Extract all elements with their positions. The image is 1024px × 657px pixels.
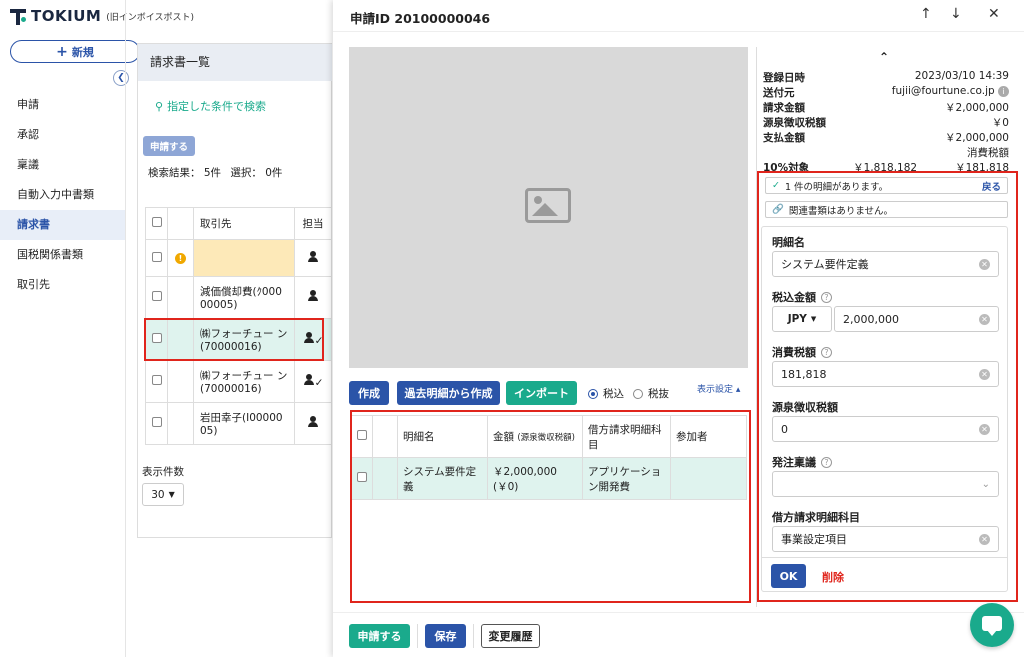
highlight-box-items (350, 410, 751, 603)
sidebar-item-tax-docs[interactable]: 国税関係書類 (0, 240, 125, 270)
result-label: 検索結果： (148, 167, 201, 179)
row-checkbox[interactable] (151, 375, 162, 385)
payment-label: 支払金額 (763, 132, 805, 144)
arrow-down-icon[interactable]: ↓ (950, 6, 962, 22)
sidebar-item-auto-input[interactable]: 自動入力中書類 (0, 180, 125, 210)
registered-label: 登録日時 (763, 72, 805, 84)
search-condition-label: 指定した条件で検索 (167, 100, 267, 113)
column-partner: 取引先 (193, 207, 295, 240)
per-page-label: 表示件数 (142, 466, 184, 478)
sidebar-item-approve[interactable]: 承認 (0, 120, 125, 150)
withholding-label: 源泉徴収税額 (763, 117, 826, 129)
footer-divider (333, 612, 1024, 613)
search-result: 検索結果： 5件 選択： 0件 (148, 165, 282, 180)
person-icon (307, 290, 319, 302)
brand-name: TOKIUM (31, 7, 102, 25)
person-icon (307, 250, 319, 263)
per-page-select[interactable]: 30 ▼ (142, 483, 184, 506)
close-icon[interactable]: ✕ (988, 6, 1000, 22)
sender-value: fujii@fourtune.co.jp (891, 85, 995, 97)
table-row[interactable]: 減価償却費(ｸ000 00005) (145, 276, 332, 319)
person-check-icon (303, 374, 315, 386)
row-partner: 岩田幸子(I00000 05) (193, 402, 295, 445)
collapse-sidebar-icon[interactable]: ❮ (113, 70, 129, 86)
tax-included-label: 税込 (603, 388, 624, 400)
footer-apply-button[interactable]: 申請する (349, 624, 410, 648)
new-button[interactable]: + 新規 (10, 40, 140, 63)
table-row[interactable]: ㈱フォーチュー ン(70000016) ✓ (145, 360, 332, 403)
new-button-label: 新規 (71, 45, 94, 59)
billed-label: 請求金額 (763, 102, 805, 114)
radio-tax-included[interactable] (588, 388, 598, 399)
list-header: 請求書一覧 (138, 44, 332, 81)
info-icon[interactable]: i (998, 86, 1009, 97)
table-header-row: 取引先 担当 (145, 207, 332, 240)
table-row[interactable]: 岩田幸子(I00000 05) (145, 402, 332, 445)
plus-icon: + (56, 43, 68, 60)
row-checkbox[interactable] (151, 291, 162, 301)
withholding-value: ￥0 (991, 117, 1009, 129)
sidebar-item-ringi[interactable]: 稟議 (0, 150, 125, 180)
registered-value: 2023/03/10 14:39 (914, 70, 1009, 82)
display-settings-link[interactable]: 表示設定 ▴ (697, 382, 740, 395)
billed-value: ￥2,000,000 (945, 102, 1009, 114)
list-apply-button[interactable]: 申請する (143, 136, 195, 156)
sidebar-item-apply[interactable]: 申請 (0, 90, 125, 120)
create-button[interactable]: 作成 (349, 381, 389, 405)
create-from-past-button[interactable]: 過去明細から作成 (397, 381, 500, 405)
highlight-box-form (757, 171, 1018, 602)
person-icon (307, 416, 319, 428)
sender-label: 送付元 (763, 87, 795, 99)
arrow-up-icon[interactable]: ↑ (920, 6, 932, 22)
warning-icon: ! (175, 253, 186, 264)
per-page-value: 30 (151, 488, 165, 501)
sidebar-nav: 申請 承認 稟議 自動入力中書類 請求書 国税関係書類 取引先 (0, 90, 125, 300)
table-row[interactable]: ! (145, 239, 332, 277)
row-checkbox[interactable] (151, 417, 162, 427)
highlight-box-row (144, 318, 324, 361)
tax-excluded-label: 税抜 (648, 388, 669, 400)
sidebar-item-partners[interactable]: 取引先 (0, 270, 125, 300)
history-button[interactable]: 変更履歴 (481, 624, 540, 648)
import-button[interactable]: インポート (506, 381, 577, 405)
sidebar-divider (125, 0, 126, 657)
select-all-checkbox[interactable] (151, 217, 162, 227)
payment-value: ￥2,000,000 (945, 132, 1009, 144)
row-partner (193, 239, 295, 277)
brand-sub: (旧インボイスポスト) (106, 12, 195, 23)
caret-down-icon: ▼ (168, 490, 175, 499)
display-settings-label: 表示設定 (697, 385, 734, 395)
chat-support-icon[interactable] (970, 603, 1014, 647)
result-count: 5件 (203, 167, 222, 179)
search-icon: ⚲ (155, 99, 164, 113)
sidebar-item-invoices[interactable]: 請求書 (0, 210, 125, 240)
save-button[interactable]: 保存 (425, 624, 466, 648)
collapse-up-icon[interactable]: ⌃ (879, 50, 889, 64)
tax-toggle: 税込 税抜 (588, 386, 669, 401)
selected-count: 0件 (265, 167, 283, 179)
tokium-logo-icon (10, 7, 26, 25)
column-owner: 担当 (294, 207, 332, 240)
footer-separator (473, 624, 474, 648)
tax-note: 消費税額 (967, 147, 1009, 159)
search-condition-link[interactable]: ⚲ 指定した条件で検索 (155, 98, 266, 114)
row-partner: 減価償却費(ｸ000 00005) (193, 276, 295, 319)
image-placeholder-icon (525, 188, 571, 223)
radio-tax-excluded[interactable] (633, 388, 643, 399)
footer-separator (417, 624, 418, 648)
detail-title: 申請ID 20100000046 (350, 11, 491, 26)
selected-label: 選択： (230, 167, 262, 179)
invoice-info: 登録日時 2023/03/10 14:39 送付元 fujii@fourtune.c… (763, 70, 1009, 175)
row-checkbox[interactable] (151, 251, 162, 262)
brand: TOKIUM (旧インボイスポスト) (10, 6, 194, 26)
row-partner: ㈱フォーチュー ン(70000016) (193, 360, 295, 403)
